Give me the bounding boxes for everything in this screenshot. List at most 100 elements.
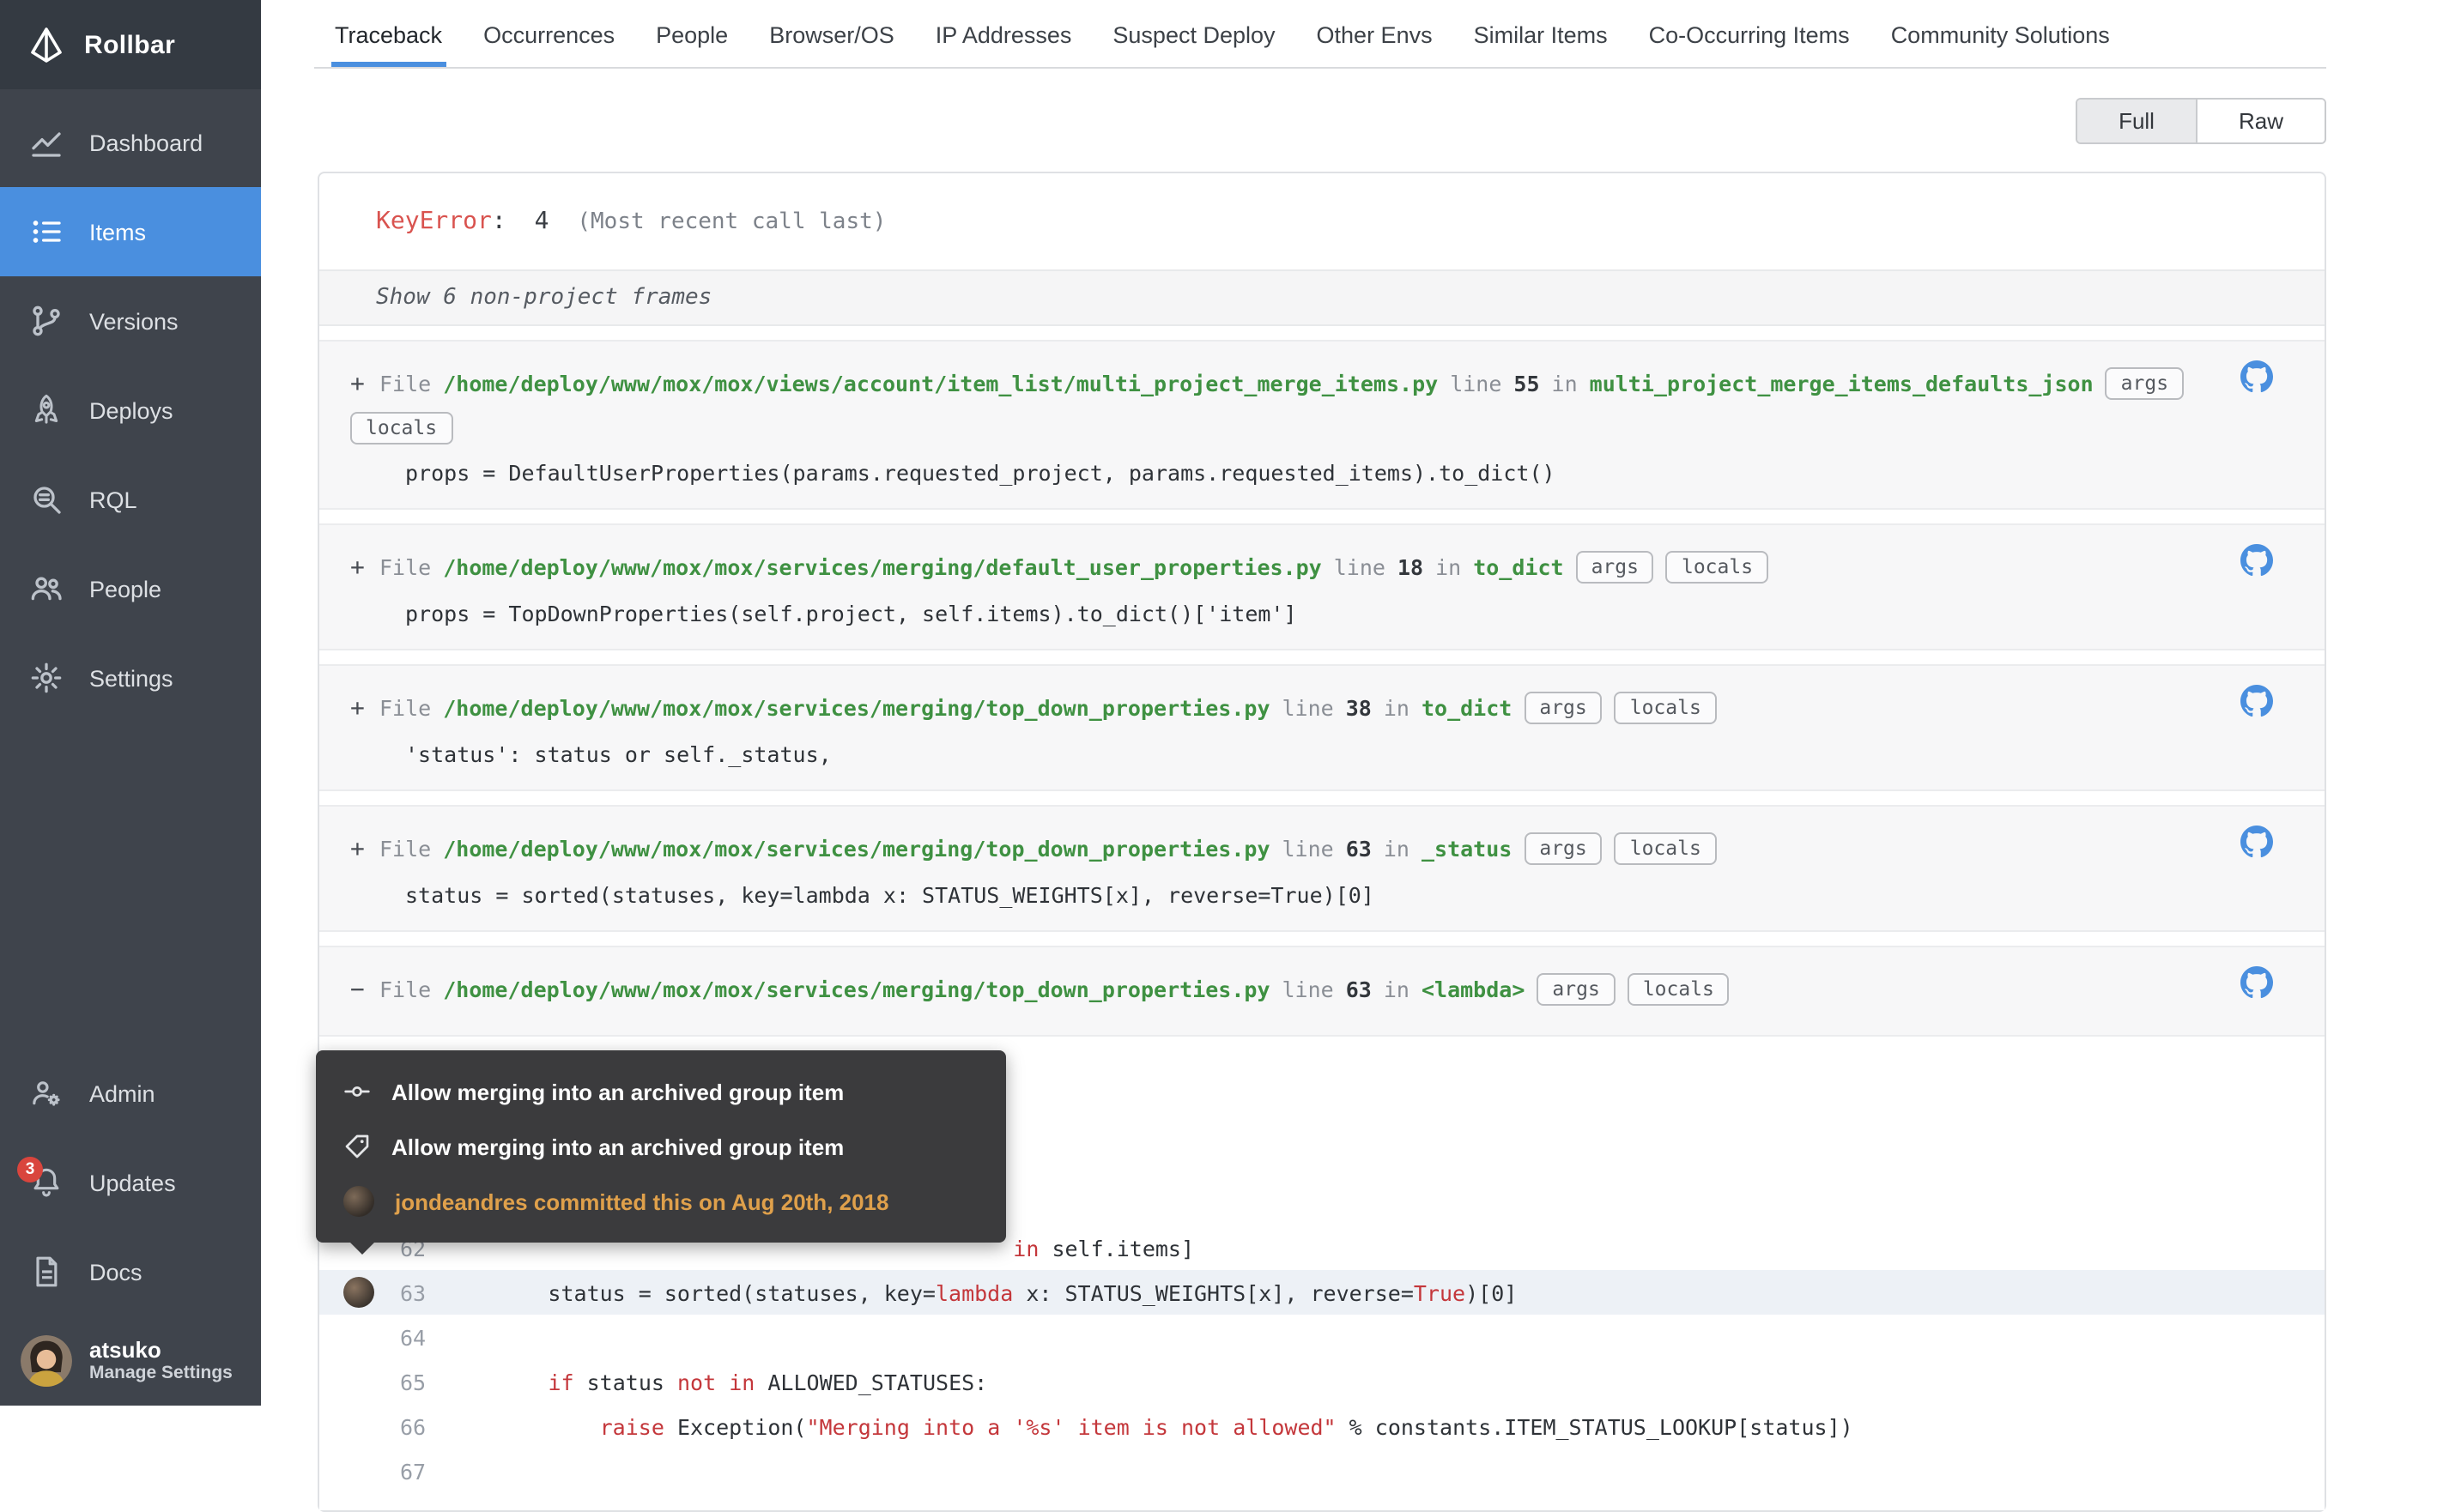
tab-co-occurring-items[interactable]: Co-Occurring Items [1646, 22, 1853, 67]
tab-browser-os[interactable]: Browser/OS [766, 22, 898, 67]
frame-args-button[interactable]: args [1524, 832, 1602, 865]
frame-locals-button[interactable]: locals [1628, 973, 1730, 1006]
github-icon[interactable] [2240, 544, 2273, 577]
updates-count-badge: 3 [17, 1157, 43, 1182]
main-content: Traceback Occurrences People Browser/OS IP A… [261, 0, 2443, 1406]
file-label: File [379, 695, 431, 721]
line-number: 64 [400, 1324, 445, 1350]
error-note: (Most recent call last) [577, 209, 886, 235]
traceback-card: KeyError: 4 (Most recent call last) Show… [318, 172, 2326, 1512]
frame-header: +File/home/deploy/www/mox/mox/services/m… [350, 827, 2228, 872]
collapse-frame-toggle[interactable]: − [350, 970, 367, 1013]
sidebar-item-deploys[interactable]: Deploys [0, 366, 261, 455]
tab-ip-addresses[interactable]: IP Addresses [932, 22, 1076, 67]
error-separator: : [492, 208, 506, 235]
line-label: line [1450, 371, 1501, 396]
tab-suspect-deploy[interactable]: Suspect Deploy [1109, 22, 1278, 67]
sidebar-item-admin[interactable]: Admin [0, 1049, 261, 1138]
sidebar-item-dashboard[interactable]: Dashboard [0, 98, 261, 187]
sidebar-item-versions[interactable]: Versions [0, 276, 261, 366]
docs-icon [29, 1255, 64, 1289]
frame-args-button[interactable]: args [1576, 551, 1654, 584]
line-number: 65 [400, 1369, 445, 1394]
sidebar-secondary-nav: Admin 3UpdatesDocs [0, 1049, 261, 1316]
toolbar: FullRaw [314, 98, 2326, 144]
sidebar-item-label: Settings [89, 665, 173, 691]
frame-args-button[interactable]: args [1524, 692, 1602, 724]
in-label: in [1552, 371, 1578, 396]
expand-frame-toggle[interactable]: + [350, 364, 367, 407]
frame-code-line: props = DefaultUserProperties(params.req… [350, 460, 2228, 486]
tab-traceback[interactable]: Traceback [331, 22, 446, 67]
frame-line-number: 18 [1397, 554, 1423, 580]
tab-occurrences[interactable]: Occurrences [480, 22, 618, 67]
blame-tooltip: Allow merging into an archived group ite… [316, 1050, 1006, 1243]
tab-other-envs[interactable]: Other Envs [1313, 22, 1436, 67]
view-toggle-raw[interactable]: Raw [2196, 100, 2325, 142]
frame-line-number: 63 [1346, 977, 1372, 1002]
github-icon[interactable] [2240, 360, 2273, 393]
blame-attribution[interactable]: jondeandres committed this on Aug 20th, … [316, 1174, 1006, 1229]
github-icon[interactable] [2240, 826, 2273, 858]
github-icon[interactable] [2240, 685, 2273, 717]
frame-line-number: 55 [1513, 371, 1539, 396]
manage-settings-link[interactable]: Manage Settings [89, 1363, 233, 1385]
line-label: line [1334, 554, 1385, 580]
blame-tooltip-row: Allow merging into an archived group ite… [316, 1064, 1006, 1119]
frame-locals-button[interactable]: locals [350, 412, 452, 445]
frame-function-name: to_dict [1473, 554, 1563, 580]
frame-locals-button[interactable]: locals [1615, 832, 1717, 865]
sidebar-item-items[interactable]: Items [0, 187, 261, 276]
rql-icon [29, 482, 64, 517]
file-label: File [379, 371, 431, 396]
line-number: 63 [400, 1279, 445, 1305]
admin-icon [29, 1076, 64, 1110]
sidebar-item-updates[interactable]: 3Updates [0, 1138, 261, 1227]
non-project-frames-toggle[interactable]: Show 6 non-project frames [319, 269, 2325, 326]
user-menu[interactable]: atsuko Manage Settings [0, 1316, 261, 1406]
frame-function-name: to_dict [1422, 695, 1512, 721]
sidebar-item-people[interactable]: People [0, 544, 261, 633]
frame-file-path: /home/deploy/www/mox/mox/views/account/i… [443, 371, 1438, 396]
frame-code-line: 'status': status or self._status, [350, 741, 2228, 767]
code-text: if status not in ALLOWED_STATUSES: [445, 1369, 987, 1394]
view-toggle-full[interactable]: Full [2077, 100, 2196, 142]
sidebar-item-label: Deploys [89, 397, 173, 423]
frame-code-line: status = sorted(statuses, key=lambda x: … [350, 882, 2228, 908]
code-text: status = sorted(statuses, key=lambda x: … [445, 1279, 1517, 1305]
expand-frame-toggle[interactable]: + [350, 829, 367, 872]
sidebar-item-settings[interactable]: Settings [0, 633, 261, 723]
commit-message: Allow merging into an archived group ite… [391, 1134, 844, 1159]
tab-people[interactable]: People [652, 22, 731, 67]
frame-locals-button[interactable]: locals [1666, 551, 1768, 584]
user-name: atsuko [89, 1337, 233, 1363]
expand-frame-toggle[interactable]: + [350, 547, 367, 590]
frame-header: +File/home/deploy/www/mox/mox/services/m… [350, 686, 2228, 731]
error-value: 4 [535, 208, 549, 235]
frame-line-number: 63 [1346, 836, 1372, 862]
sidebar-item-label: Admin [89, 1080, 155, 1106]
frame-args-button[interactable]: args [1537, 973, 1615, 1006]
frame-args-button[interactable]: args [2106, 367, 2184, 400]
expanded-code-view: 5859606162 in self.items]63 status = sor… [319, 1037, 2325, 1510]
in-label: in [1384, 695, 1409, 721]
versions-icon [29, 304, 64, 338]
committer-avatar [343, 1186, 374, 1217]
sidebar-item-label: Dashboard [89, 130, 203, 155]
tab-community-solutions[interactable]: Community Solutions [1888, 22, 2113, 67]
traceback-frame: +File/home/deploy/www/mox/mox/services/m… [319, 523, 2325, 650]
attribution-text: jondeandres committed this on Aug 20th, … [395, 1188, 889, 1214]
blame-avatar[interactable] [343, 1277, 374, 1308]
sidebar-item-docs[interactable]: Docs [0, 1227, 261, 1316]
github-icon[interactable] [2240, 966, 2273, 999]
rollbar-logo-icon [26, 24, 67, 65]
expand-frame-toggle[interactable]: + [350, 688, 367, 731]
code-line: 66 raise Exception("Merging into a '%s' … [319, 1404, 2325, 1448]
frame-locals-button[interactable]: locals [1615, 692, 1717, 724]
frame-file-path: /home/deploy/www/mox/mox/services/mergin… [443, 836, 1270, 862]
tab-similar-items[interactable]: Similar Items [1470, 22, 1611, 67]
traceback-frame: +File/home/deploy/www/mox/mox/services/m… [319, 664, 2325, 791]
sidebar-item-rql[interactable]: RQL [0, 455, 261, 544]
in-label: in [1435, 554, 1461, 580]
rollbar-logo[interactable]: Rollbar [0, 0, 261, 89]
